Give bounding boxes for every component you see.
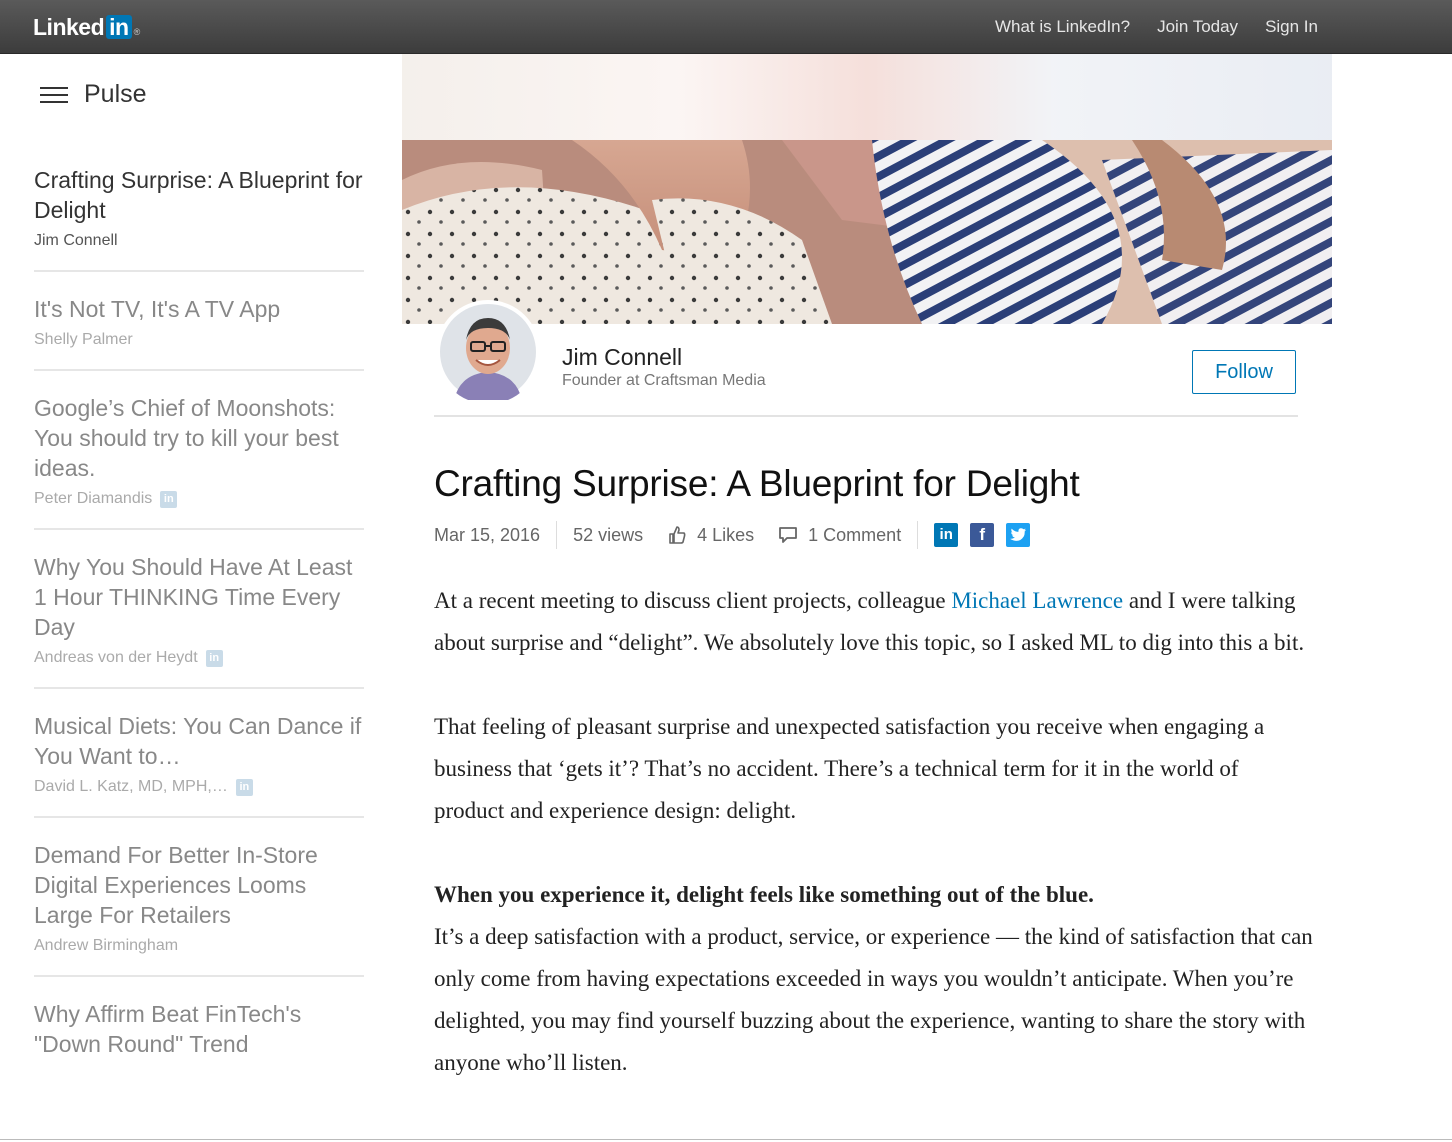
author-name: Shelly Palmer (34, 331, 133, 348)
influencer-badge-icon: in (205, 649, 223, 667)
viewport-bottom-edge (0, 1139, 1452, 1140)
sidebar-article-list: Crafting Surprise: A Blueprint for Delig… (34, 165, 364, 1101)
logo-text: Linked (33, 13, 105, 40)
article-paragraph: At a recent meeting to discuss client pr… (434, 580, 1314, 664)
sidebar-article-item[interactable]: Demand For Better In-Store Digital Exper… (34, 840, 364, 977)
sidebar-article-author: Jim Connell (34, 232, 364, 250)
sidebar-article-item[interactable]: Musical Diets: You Can Dance if You Want… (34, 711, 364, 818)
article-paragraph-bold: When you experience it, delight feels li… (434, 874, 1314, 916)
comment-icon[interactable] (778, 526, 798, 544)
author-name: Andrew Birmingham (34, 937, 179, 954)
author-avatar[interactable] (436, 300, 540, 404)
article-hero-image (402, 54, 1332, 324)
likes-count[interactable]: 4 Likes (697, 525, 754, 546)
article-paragraph: That feeling of pleasant surprise and un… (434, 714, 1265, 823)
bold-statement: When you experience it, delight feels li… (434, 882, 1094, 907)
influencer-badge-icon: in (235, 778, 253, 796)
share-linkedin-icon[interactable]: in (934, 523, 959, 547)
nav-link-join-today[interactable]: Join Today (1157, 17, 1238, 37)
follow-button[interactable]: Follow (1192, 350, 1296, 394)
comments-count[interactable]: 1 Comment (808, 525, 901, 546)
sidebar-article-item[interactable]: Crafting Surprise: A Blueprint for Delig… (34, 165, 364, 272)
author-name: David L. Katz, MD, MPH,… (34, 778, 228, 795)
hero-image-top-fade (402, 54, 1332, 140)
pulse-label: Pulse (84, 80, 147, 108)
author-name: Andreas von der Heydt (34, 649, 198, 666)
publish-date: Mar 15, 2016 (434, 524, 541, 545)
linkedin-logo[interactable]: Linked in ® (33, 13, 140, 41)
author-name[interactable]: Jim Connell (562, 344, 682, 371)
sidebar-article-item[interactable]: It's Not TV, It's A TV App Shelly Palmer (34, 294, 364, 371)
divider (917, 521, 919, 549)
sidebar-article-title[interactable]: Why You Should Have At Least 1 Hour THIN… (34, 552, 364, 642)
hero-photo (402, 140, 1332, 324)
sidebar-article-author: Peter Diamandis in (34, 490, 364, 508)
divider (556, 521, 558, 549)
article-meta-bar: Mar 15, 2016 52 views 4 Likes 1 Comment … (434, 520, 1042, 550)
author-name: Peter Diamandis (34, 490, 153, 507)
share-twitter-icon[interactable] (1006, 523, 1031, 547)
divider (434, 415, 1298, 417)
article-title: Crafting Surprise: A Blueprint for Delig… (434, 463, 1080, 504)
article-body: At a recent meeting to discuss client pr… (434, 580, 1314, 1126)
sidebar-article-item[interactable]: Why You Should Have At Least 1 Hour THIN… (34, 552, 364, 689)
nav-link-sign-in[interactable]: Sign In (1265, 17, 1318, 37)
sidebar-article-author: Andreas von der Heydt in (34, 649, 364, 667)
paragraph-text: At a recent meeting to discuss client pr… (434, 588, 952, 613)
sidebar-article-author: Shelly Palmer (34, 331, 364, 349)
mention-link[interactable]: Michael Lawrence (951, 588, 1123, 613)
logo-registered-mark: ® (133, 27, 141, 37)
share-facebook-icon[interactable]: f (970, 523, 995, 547)
author-name: Jim Connell (34, 232, 118, 249)
sidebar-article-author: Andrew Birmingham (34, 937, 364, 955)
sidebar-article-title[interactable]: Crafting Surprise: A Blueprint for Delig… (34, 165, 364, 225)
sidebar-article-title[interactable]: Google’s Chief of Moonshots: You should … (34, 393, 364, 483)
logo-in-box: in (106, 15, 132, 39)
sidebar-article-title[interactable]: It's Not TV, It's A TV App (34, 294, 364, 324)
sidebar-article-title[interactable]: Why Affirm Beat FinTech's "Down Round" T… (34, 999, 364, 1059)
sidebar-article-item[interactable]: Google’s Chief of Moonshots: You should … (34, 393, 364, 530)
sidebar-article-author: David L. Katz, MD, MPH,… in (34, 778, 364, 796)
pulse-header[interactable]: Pulse (40, 80, 147, 109)
top-nav: What is LinkedIn? Join Today Sign In (995, 0, 1318, 54)
like-thumb-icon[interactable] (667, 525, 687, 545)
sidebar-article-item[interactable]: Why Affirm Beat FinTech's "Down Round" T… (34, 999, 364, 1079)
view-count: 52 views (573, 524, 644, 545)
article-paragraph: It’s a deep satisfaction with a product,… (434, 924, 1313, 1075)
sidebar-article-title[interactable]: Demand For Better In-Store Digital Exper… (34, 840, 364, 930)
author-headline: Founder at Craftsman Media (562, 372, 766, 389)
pulse-sidebar: Pulse Crafting Surprise: A Blueprint for… (0, 54, 402, 1142)
top-navigation-bar: Linked in ® What is LinkedIn? Join Today… (0, 0, 1452, 54)
sidebar-article-title[interactable]: Musical Diets: You Can Dance if You Want… (34, 711, 364, 771)
influencer-badge-icon: in (160, 490, 178, 508)
hamburger-menu-icon[interactable] (40, 86, 68, 103)
nav-link-what-is-linkedin[interactable]: What is LinkedIn? (995, 17, 1130, 37)
